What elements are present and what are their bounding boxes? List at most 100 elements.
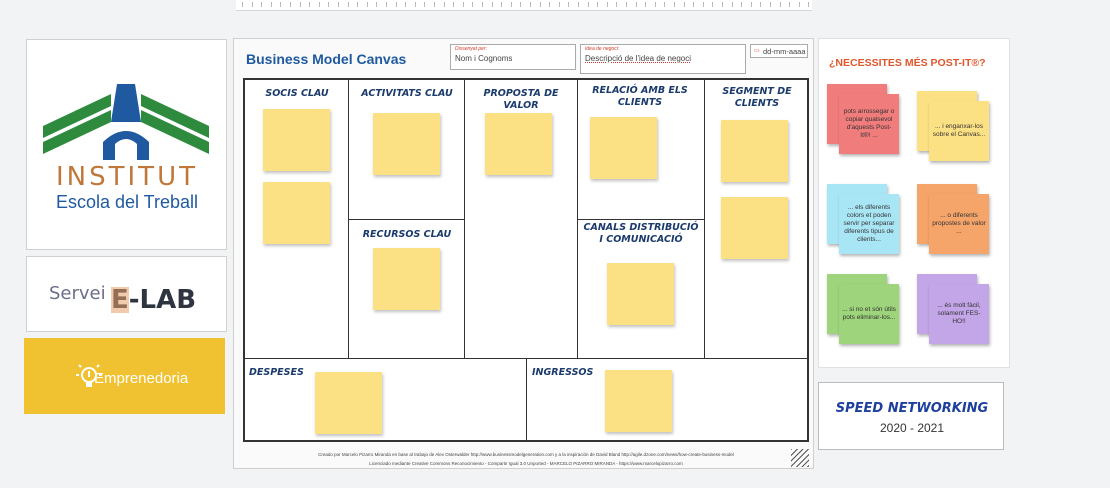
ruler-tick	[482, 2, 483, 7]
idea-value: Descripció de l'idea de negoci	[585, 54, 692, 63]
postit-panel: ¿NECESSITES MÉS POST-IT®? pots arrossega…	[818, 38, 1010, 368]
postit-sample[interactable]: ... els diferents colors et poden servir…	[839, 194, 899, 254]
ruler-tick	[501, 2, 502, 7]
logo-title: INSTITUT	[56, 162, 198, 192]
ruler-tick	[540, 2, 541, 7]
sticky-note[interactable]	[485, 113, 552, 175]
grid-divider	[464, 80, 465, 358]
ruler-tick	[674, 2, 675, 7]
elab-accent	[111, 287, 129, 313]
ruler-tick	[684, 2, 685, 7]
postit-panel-title: ¿NECESSITES MÉS POST-IT®?	[829, 57, 986, 69]
ruler-tick	[444, 2, 445, 7]
emprenedoria-button[interactable]: Emprenedoria	[24, 338, 225, 414]
ruler-tick	[319, 2, 320, 7]
sticky-note[interactable]	[721, 197, 788, 259]
ruler-tick	[751, 2, 752, 7]
ruler-tick	[636, 2, 637, 7]
section-partners: SOCIS CLAU	[265, 88, 329, 99]
postit-sample[interactable]: pots arrossegar o copiar qualsevol d'aqu…	[839, 94, 899, 154]
ruler-tick	[722, 2, 723, 7]
ruler-tick	[309, 2, 310, 7]
ruler-tick	[549, 2, 550, 7]
ruler-tick	[386, 2, 387, 7]
idea-field[interactable]: Idea de negoci: Descripció de l'idea de …	[580, 44, 746, 74]
ruler-tick	[607, 2, 608, 7]
postit-sample[interactable]: ... i enganxar-los sobre el Canvas...	[929, 101, 989, 161]
sticky-note[interactable]	[721, 120, 788, 182]
section-relations: RELACIÓ AMB ELS CLIENTS	[592, 85, 688, 108]
logo-subtitle: Escola del Treball	[55, 192, 199, 212]
speed-networking-card[interactable]: SPEED NETWORKING 2020 - 2021	[818, 382, 1004, 450]
designed-by-value: Nom i Cognoms	[455, 54, 513, 63]
ruler-tick	[300, 2, 301, 7]
ruler-tick	[328, 2, 329, 7]
ruler-tick	[338, 2, 339, 7]
ruler-tick	[568, 2, 569, 7]
sticky-note[interactable]	[263, 109, 330, 171]
section-resources: RECURSOS CLAU	[362, 229, 452, 240]
ruler-tick	[799, 2, 800, 7]
sticky-note[interactable]	[605, 370, 672, 432]
grid-divider	[348, 219, 464, 220]
ruler-tick	[789, 2, 790, 7]
canvas-title: Business Model Canvas	[246, 51, 407, 67]
ruler-tick	[511, 2, 512, 7]
sticky-note[interactable]	[607, 263, 674, 325]
institut-logo-card[interactable]: INSTITUT Escola del Treball	[26, 39, 227, 250]
postit-sample[interactable]: ... si no et són útils pots eliminar-los…	[839, 284, 899, 344]
sticky-note[interactable]	[315, 372, 382, 434]
canvas-grid: SOCIS CLAU ACTIVITATS CLAU PROPOSTA DE V…	[243, 78, 809, 442]
ruler-tick	[530, 2, 531, 7]
section-activities: ACTIVITATS CLAU	[361, 88, 453, 99]
ruler-tick	[280, 2, 281, 7]
institut-logo-icon	[43, 84, 209, 160]
grid-divider	[526, 358, 527, 440]
ruler-tick	[770, 2, 771, 7]
canvas-footer-line1: Creado por Marcelo Pizarro Miranda en ba…	[318, 452, 734, 457]
sticky-note[interactable]	[373, 248, 440, 310]
ruler-tick	[290, 2, 291, 7]
ruler-tick	[405, 2, 406, 7]
ruler-tick	[453, 2, 454, 7]
sticky-note[interactable]	[590, 117, 657, 179]
ruler-tick	[367, 2, 368, 7]
emprenedoria-label: Emprenedoria	[94, 370, 189, 387]
ruler-tick	[703, 2, 704, 7]
ruler-tick	[271, 2, 272, 7]
canvas-footer-line2: Licenciado mediante Creative Commons Rec…	[369, 461, 683, 466]
grid-divider	[704, 80, 705, 358]
ruler-tick	[434, 2, 435, 7]
sticky-note[interactable]	[263, 182, 330, 244]
date-field[interactable]: ▭ dd-mm-aaaa	[750, 44, 808, 58]
ruler-tick	[616, 2, 617, 7]
grid-divider	[577, 219, 704, 220]
postit-sample[interactable]: ... és molt fàcil, solament FES-HO!!	[929, 284, 989, 344]
ruler-tick	[626, 2, 627, 7]
ruler-tick	[655, 2, 656, 7]
ruler-tick	[741, 2, 742, 7]
elab-prefix: Servei	[49, 283, 106, 304]
ruler-tick	[520, 2, 521, 7]
section-channels: CANALS DISTRIBUCIÓ I COMUNICACIÓ	[583, 222, 699, 245]
ruler-tick	[415, 2, 416, 7]
sticky-note[interactable]	[373, 113, 440, 175]
top-ruler	[236, 0, 812, 11]
designed-by-field[interactable]: Dissenyat per: Nom i Cognoms	[450, 44, 576, 70]
designed-by-label: Dissenyat per:	[455, 46, 487, 52]
elab-card[interactable]: Servei E-LAB	[26, 256, 227, 332]
postit-sample[interactable]: ... o diferents propostes de valor ...	[929, 194, 989, 254]
ruler-tick	[578, 2, 579, 7]
ruler-tick	[463, 2, 464, 7]
ruler-tick	[732, 2, 733, 7]
ruler-tick	[712, 2, 713, 7]
ruler-tick	[376, 2, 377, 7]
ruler-tick	[357, 2, 358, 7]
resize-handle-icon[interactable]	[789, 447, 809, 467]
ruler-tick	[472, 2, 473, 7]
ruler-tick	[645, 2, 646, 7]
section-value: PROPOSTA DE VALOR	[483, 88, 559, 111]
idea-label: Idea de negoci:	[585, 46, 620, 52]
ruler-tick	[396, 2, 397, 7]
calendar-icon: ▭	[754, 48, 760, 54]
